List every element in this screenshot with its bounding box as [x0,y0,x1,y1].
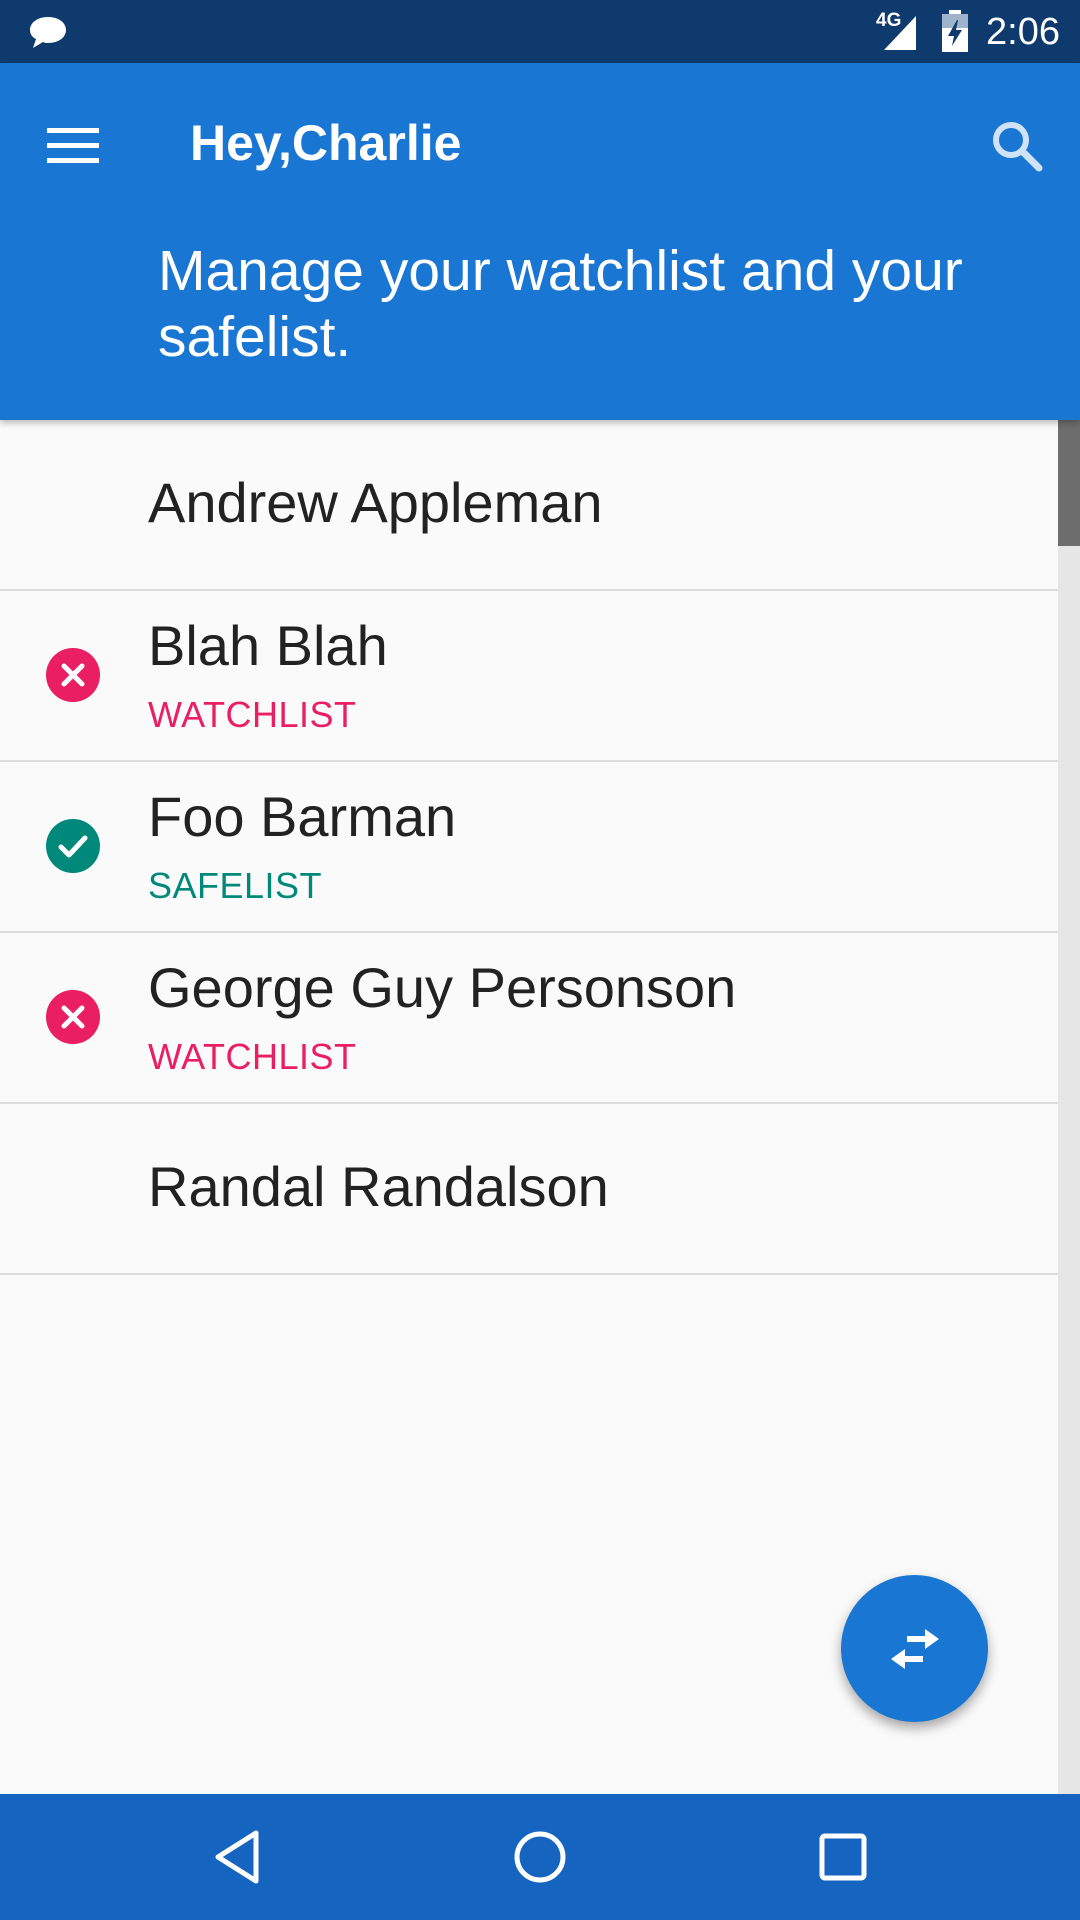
list-item[interactable]: Andrew Appleman [0,420,1058,591]
scrollbar-track[interactable] [1058,420,1080,1794]
contact-name: Blah Blah [148,614,388,677]
chat-icon [30,17,66,48]
contact-list: Andrew Appleman Blah Blah WATCHLIST Foo … [0,420,1058,1275]
menu-button[interactable] [30,103,116,189]
signal-icon [884,16,916,50]
list-item[interactable]: George Guy Personson WATCHLIST [0,933,1058,1104]
back-icon [215,1830,259,1884]
watchlist-tag: WATCHLIST [148,1036,357,1077]
contact-name: Foo Barman [148,785,457,848]
swap-horiz-icon [890,1628,939,1669]
contact-name: Andrew Appleman [148,471,603,534]
status-bar: 4G 2:06 [0,0,1080,63]
contact-name: George Guy Personson [148,956,737,1019]
recents-icon [819,1833,867,1881]
clock: 2:06 [986,11,1060,53]
battery-charging-icon [942,10,968,52]
safelist-tag: SAFELIST [148,865,323,906]
cancel-icon [46,990,100,1044]
check-circle-icon [46,819,100,873]
watchlist-tag: WATCHLIST [148,694,357,735]
scrollbar-thumb[interactable] [1058,420,1080,546]
cancel-icon [46,648,100,702]
page-title: Hey,Charlie [190,115,462,171]
page-subtitle: Manage your watchlist and your safelist. [158,239,963,369]
list-item[interactable]: Foo Barman SAFELIST [0,762,1058,933]
contact-name: Randal Randalson [148,1155,609,1218]
app-bar: Hey,Charlie Manage your watchlist and yo… [0,63,1080,420]
list-item[interactable]: Blah Blah WATCHLIST [0,591,1058,762]
swap-list-fab[interactable] [841,1575,988,1722]
list-item[interactable]: Randal Randalson [0,1104,1058,1275]
search-button[interactable] [974,103,1060,189]
search-icon [993,122,1043,172]
navigation-bar [0,1794,1080,1920]
back-button[interactable] [204,1824,270,1890]
recents-button[interactable] [810,1824,876,1890]
menu-icon [47,128,99,163]
home-icon [514,1831,566,1883]
home-button[interactable] [507,1824,573,1890]
